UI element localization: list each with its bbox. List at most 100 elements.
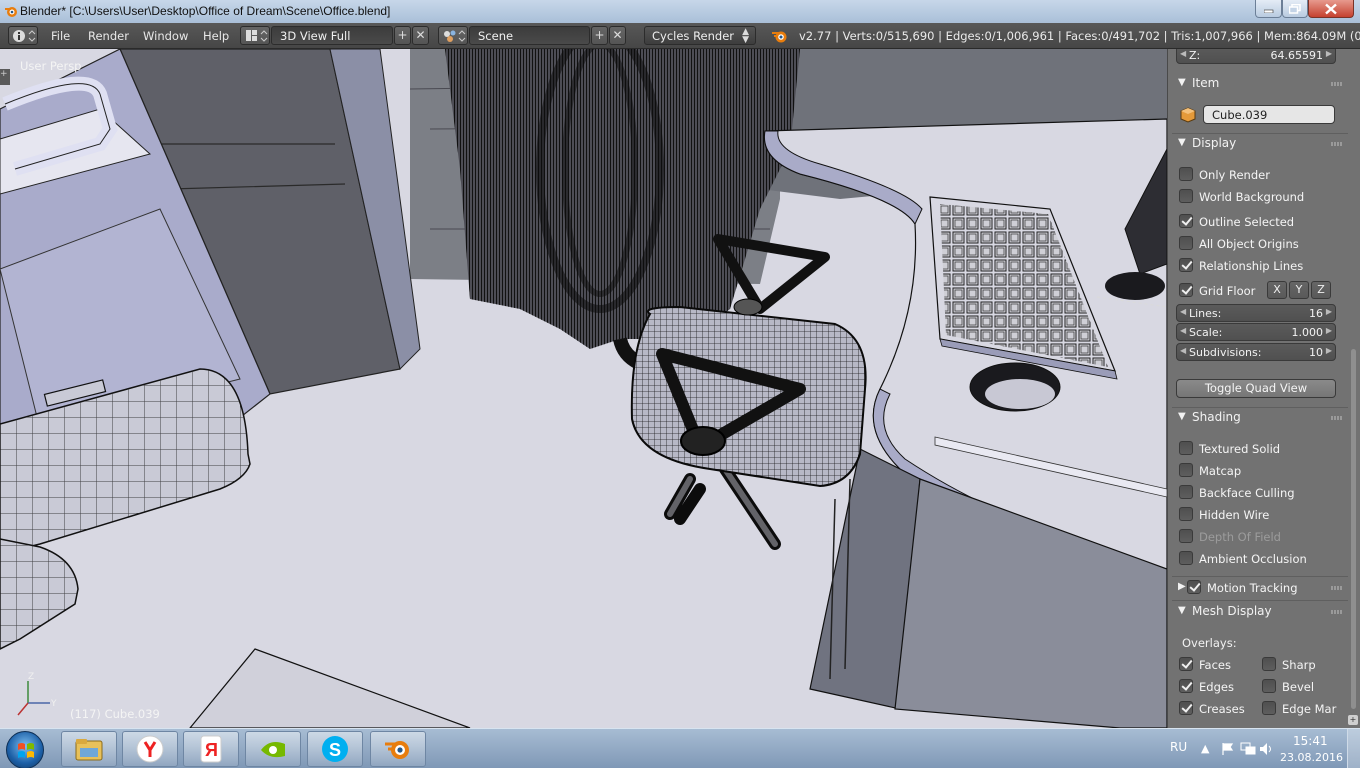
drag-grip-icon[interactable]	[1331, 82, 1343, 86]
checkbox-box[interactable]	[1179, 529, 1193, 543]
checkbox-box[interactable]	[1179, 441, 1193, 455]
add-screen-button[interactable]: +	[394, 26, 411, 45]
restore-icon	[1289, 3, 1301, 14]
checkbox-box[interactable]	[1179, 507, 1193, 521]
menu-render[interactable]: Render	[88, 29, 129, 43]
delete-screen-button[interactable]: ✕	[412, 26, 429, 45]
taskbar-blender[interactable]	[370, 731, 426, 767]
checkbox-box[interactable]	[1179, 701, 1193, 715]
checkbox-box[interactable]	[1179, 485, 1193, 499]
taskbar-nvidia[interactable]	[245, 731, 301, 767]
minimize-button[interactable]	[1255, 0, 1282, 18]
decrement-arrow-icon: ◀	[1180, 326, 1187, 335]
depth-of-field-checkbox[interactable]: Depth Of Field	[1179, 528, 1339, 546]
editor-type-button[interactable]	[8, 26, 38, 45]
grid-axis-y-toggle[interactable]: Y	[1289, 281, 1309, 299]
edges-overlay-checkbox[interactable]: Edges	[1179, 678, 1259, 696]
checkbox-box[interactable]	[1179, 463, 1193, 477]
grid-lines-field[interactable]: ◀ Lines: 16 ▶	[1176, 304, 1336, 322]
render-engine-dropdown[interactable]: Cycles Render ▲ ▼	[644, 26, 756, 45]
ambient-occlusion-checkbox[interactable]: Ambient Occlusion	[1179, 550, 1339, 568]
3d-viewport[interactable]: + User Persp Z Y (117) Cube.039	[0, 49, 1167, 728]
decrement-arrow-icon: ◀	[1180, 49, 1187, 58]
scene-name-field[interactable]: Scene	[469, 26, 590, 45]
grid-subdivisions-field[interactable]: ◀ Subdivisions: 10 ▶	[1176, 343, 1336, 361]
checkbox-box[interactable]	[1179, 258, 1193, 272]
show-hidden-icons-icon[interactable]: ▲	[1201, 742, 1209, 755]
location-z-field[interactable]: ◀ Z: 64.65591 ▶	[1176, 49, 1336, 64]
taskbar-yandex-browser[interactable]	[122, 731, 178, 767]
checkbox-box[interactable]	[1262, 679, 1276, 693]
clock-time[interactable]: 15:41	[1293, 734, 1328, 748]
menu-window[interactable]: Window	[143, 29, 188, 43]
language-indicator[interactable]: RU	[1170, 740, 1187, 754]
grid-axis-x-toggle[interactable]: X	[1267, 281, 1287, 299]
motion-tracking-panel-header[interactable]: ▶ Motion Tracking	[1174, 577, 1346, 599]
checkbox-box[interactable]	[1179, 189, 1193, 203]
checkbox-box[interactable]	[1179, 657, 1193, 671]
tool-shelf-toggle[interactable]: +	[0, 69, 10, 85]
mesh-display-panel-header[interactable]: ▼ Mesh Display	[1174, 601, 1346, 623]
outline-selected-checkbox[interactable]: Outline Selected	[1179, 213, 1339, 231]
menu-help[interactable]: Help	[203, 29, 229, 43]
display-panel-header[interactable]: ▼ Display	[1174, 133, 1346, 155]
layout-grid-icon	[246, 30, 268, 42]
sharp-overlay-checkbox[interactable]: Sharp	[1262, 656, 1337, 674]
network-icon[interactable]	[1240, 742, 1256, 756]
bevel-overlay-checkbox[interactable]: Bevel	[1262, 678, 1337, 696]
taskbar-explorer[interactable]	[61, 731, 117, 767]
all-object-origins-checkbox[interactable]: All Object Origins	[1179, 235, 1339, 253]
textured-solid-checkbox[interactable]: Textured Solid	[1179, 440, 1339, 458]
item-panel-header[interactable]: ▼ Item	[1174, 73, 1346, 95]
creases-overlay-checkbox[interactable]: Creases	[1179, 700, 1259, 718]
region-scale-icon[interactable]: +	[1348, 715, 1358, 725]
faces-overlay-checkbox[interactable]: Faces	[1179, 656, 1259, 674]
shading-panel-header[interactable]: ▼ Shading	[1174, 407, 1346, 429]
edge-marks-overlay-checkbox[interactable]: Edge Mar	[1262, 700, 1337, 718]
dropdown-arrows-icon: ▲ ▼	[742, 27, 749, 45]
drag-grip-icon[interactable]	[1331, 586, 1343, 590]
object-name-field[interactable]: Cube.039	[1203, 105, 1335, 124]
motion-tracking-checkbox[interactable]: Motion Tracking	[1187, 579, 1337, 597]
checkbox-box[interactable]	[1179, 551, 1193, 565]
checkbox-box[interactable]	[1262, 701, 1276, 715]
drag-grip-icon[interactable]	[1331, 142, 1343, 146]
start-button[interactable]	[6, 731, 44, 768]
matcap-checkbox[interactable]: Matcap	[1179, 462, 1339, 480]
grid-scale-field[interactable]: ◀ Scale: 1.000 ▶	[1176, 323, 1336, 341]
add-scene-button[interactable]: +	[591, 26, 608, 45]
clock-date[interactable]: 23.08.2016	[1280, 751, 1343, 764]
checkbox-box[interactable]	[1179, 283, 1193, 297]
toggle-quad-view-button[interactable]: Toggle Quad View	[1176, 379, 1336, 398]
screen-layout-name-field[interactable]: 3D View Full	[271, 26, 393, 45]
maximize-button[interactable]	[1282, 0, 1308, 18]
show-desktop-button[interactable]	[1347, 729, 1360, 768]
properties-scrollbar[interactable]	[1351, 349, 1356, 709]
relationship-lines-checkbox[interactable]: Relationship Lines	[1179, 257, 1339, 275]
checkbox-box[interactable]	[1179, 214, 1193, 228]
screen-layout-selector[interactable]	[240, 26, 270, 45]
taskbar-yandex[interactable]: Я	[183, 731, 239, 767]
checkbox-box[interactable]	[1262, 657, 1276, 671]
checkbox-box[interactable]	[1179, 167, 1193, 181]
drag-grip-icon[interactable]	[1331, 610, 1343, 614]
scene-icon	[444, 30, 466, 42]
backface-culling-checkbox[interactable]: Backface Culling	[1179, 484, 1339, 502]
drag-grip-icon[interactable]	[1331, 416, 1343, 420]
volume-icon[interactable]	[1259, 742, 1273, 756]
taskbar-skype[interactable]: S	[307, 731, 363, 767]
action-center-flag-icon[interactable]	[1220, 742, 1236, 756]
checkbox-box[interactable]	[1179, 679, 1193, 693]
close-button[interactable]	[1308, 0, 1354, 18]
viewport-scene[interactable]	[0, 49, 1167, 728]
only-render-checkbox[interactable]: Only Render	[1179, 166, 1339, 184]
grid-axis-z-toggle[interactable]: Z	[1311, 281, 1331, 299]
grid-floor-checkbox[interactable]: Grid Floor	[1179, 282, 1269, 300]
checkbox-box[interactable]	[1179, 236, 1193, 250]
delete-scene-button[interactable]: ✕	[609, 26, 626, 45]
checkbox-box[interactable]	[1187, 580, 1201, 594]
hidden-wire-checkbox[interactable]: Hidden Wire	[1179, 506, 1339, 524]
scene-selector[interactable]	[438, 26, 468, 45]
world-background-checkbox[interactable]: World Background	[1179, 188, 1339, 206]
menu-file[interactable]: File	[51, 29, 70, 43]
